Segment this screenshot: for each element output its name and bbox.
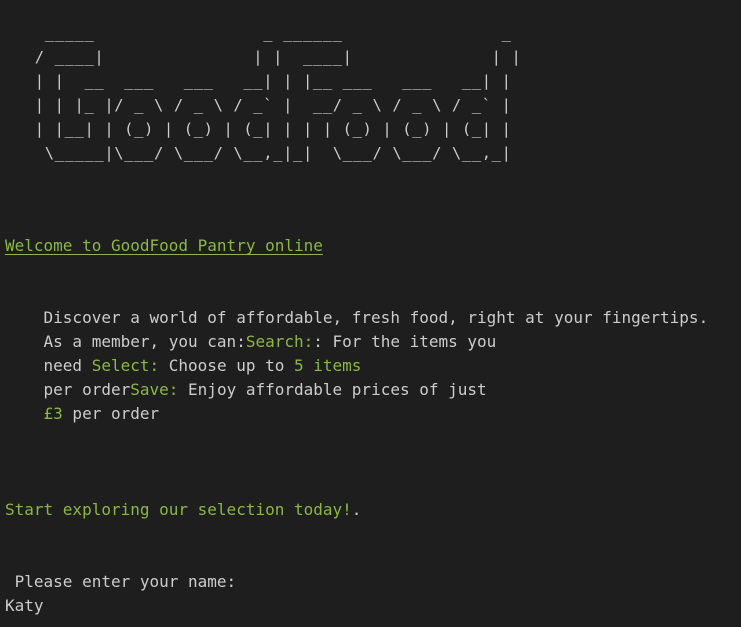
intro-line-2-suffix: : For the items you [313, 332, 497, 351]
welcome-heading: Welcome to GoodFood Pantry online [5, 236, 323, 255]
cta-text: Start exploring our selection today! [5, 500, 352, 519]
name-prompt: Please enter your name: [5, 572, 237, 591]
intro-line-2-prefix: As a member, you can: [5, 332, 246, 351]
save-keyword: Save: [130, 380, 179, 399]
search-keyword: Search: [245, 332, 314, 351]
item-limit: 5 items [294, 356, 362, 375]
intro-line-4-suffix: Enjoy affordable prices of just [178, 380, 487, 399]
intro-line-5-suffix: per order [62, 404, 160, 423]
price-value: £3 [43, 404, 63, 423]
cta-period: . [351, 500, 362, 519]
cta-line: Start exploring our selection today!. [5, 498, 361, 522]
terminal-window[interactable]: _____ _ ______ _ / ____| | | ____| | | |… [0, 0, 741, 627]
select-keyword: Select: [91, 356, 160, 375]
intro-line-2: As a member, you can:Search:: For the it… [5, 330, 497, 354]
intro-line-3-prefix: need [5, 356, 92, 375]
intro-line-1: Discover a world of affordable, fresh fo… [5, 308, 709, 327]
intro-line-5: £3 per order [5, 402, 160, 426]
name-input[interactable]: Katy [5, 594, 44, 618]
intro-line-4: per orderSave: Enjoy affordable prices o… [5, 378, 487, 402]
intro-line-5-prefix [5, 404, 44, 423]
intro-line-4-prefix: per order [5, 380, 131, 399]
intro-line-3-mid: Choose up to [159, 356, 294, 375]
intro-line-3: need Select: Choose up to 5 items [5, 354, 362, 378]
goodfood-ascii-logo: _____ _ ______ _ / ____| | | ____| | | |… [34, 24, 522, 162]
